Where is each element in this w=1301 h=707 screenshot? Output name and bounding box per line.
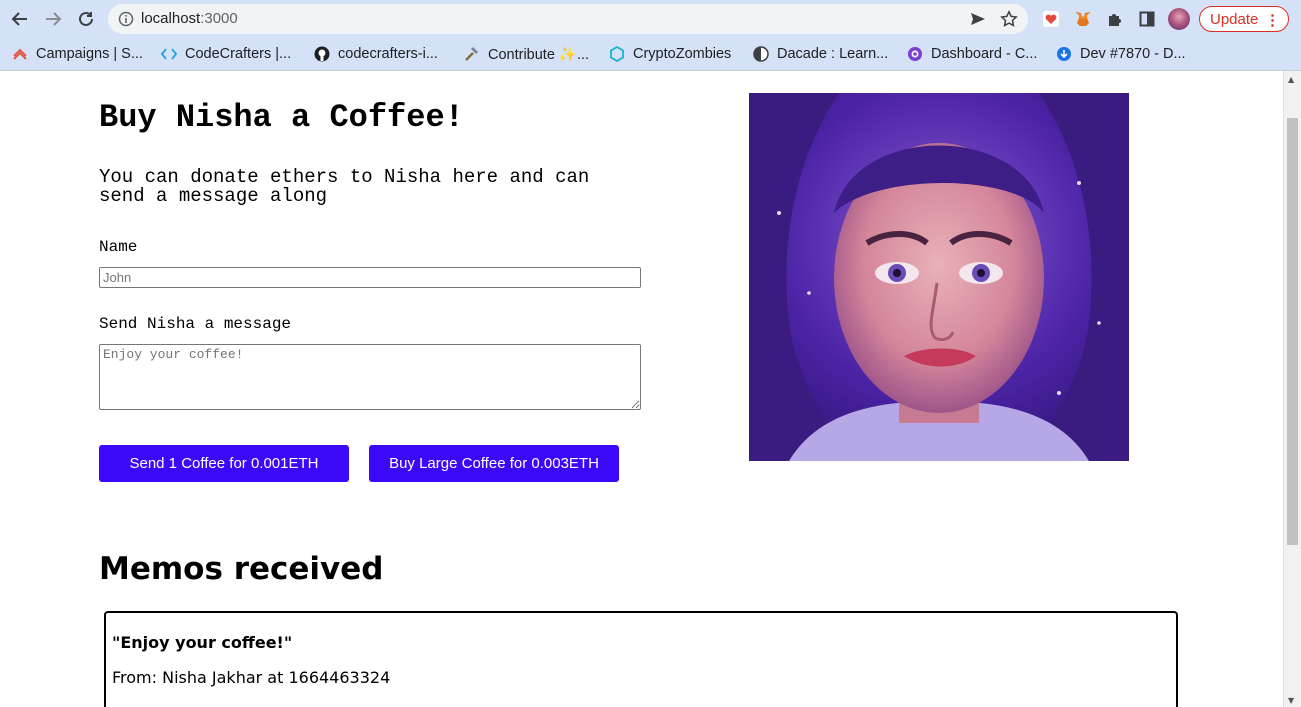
menu-dots-icon: ⋮ [1265, 12, 1280, 29]
bookmark-label: Dashboard - C... [931, 46, 1038, 62]
cryptozombies-icon [609, 46, 625, 62]
hammer-icon [464, 46, 480, 62]
bookmark-label: Campaigns | S... [36, 46, 143, 62]
scroll-thumb[interactable] [1287, 118, 1298, 545]
heart-extension-icon[interactable] [1040, 8, 1062, 30]
memo-message: "Enjoy your coffee!" [112, 633, 293, 652]
reload-button[interactable] [74, 7, 98, 31]
browser-toolbar: localhost:3000 Update ⋮ [0, 0, 1301, 38]
message-label: Send Nisha a message [99, 315, 292, 333]
bookmark-item[interactable]: CryptoZombies [609, 43, 731, 65]
page-content: Buy Nisha a Coffee! You can donate ether… [0, 71, 1283, 707]
metamask-icon[interactable] [1072, 8, 1094, 30]
bookmark-item[interactable]: Dacade : Learn... [753, 43, 888, 65]
bookmark-item[interactable]: Campaigns | S... [12, 43, 143, 65]
scroll-down-icon[interactable]: ▼ [1288, 696, 1294, 705]
bookmark-label: codecrafters-i... [338, 46, 438, 62]
memo-card: "Enjoy your coffee!" From: Nisha Jakhar … [104, 611, 1178, 707]
bookmark-item[interactable]: Contribute ✨... [464, 43, 589, 65]
scroll-up-icon[interactable]: ▲ [1288, 75, 1294, 84]
side-panel-icon[interactable] [1136, 8, 1158, 30]
bookmark-label: Contribute ✨... [488, 46, 590, 63]
bookmark-label: Dacade : Learn... [777, 46, 889, 62]
bookmark-item[interactable]: Dev #7870 - D... [1056, 43, 1186, 65]
forward-button[interactable] [41, 7, 65, 31]
back-button[interactable] [8, 7, 32, 31]
page-title: Buy Nisha a Coffee! [99, 99, 464, 136]
profile-avatar[interactable] [1168, 8, 1190, 30]
bookmark-item[interactable]: codecrafters-i... [314, 43, 438, 65]
update-label: Update [1210, 10, 1259, 28]
code-icon [161, 46, 177, 62]
reload-icon [79, 11, 93, 26]
site-info-icon[interactable] [118, 11, 134, 31]
dacade-icon [753, 46, 769, 62]
dev-icon [1056, 46, 1072, 62]
send-coffee-button[interactable]: Send 1 Coffee for 0.001ETH [99, 445, 349, 482]
forward-arrow-icon [46, 12, 62, 26]
campaigns-icon [12, 46, 28, 62]
bookmark-label: Dev #7870 - D... [1080, 46, 1186, 62]
back-arrow-icon [11, 12, 27, 26]
dashboard-icon [907, 46, 923, 62]
bookmark-item[interactable]: CodeCrafters |... [161, 43, 291, 65]
name-input[interactable] [99, 267, 641, 288]
buy-large-coffee-button[interactable]: Buy Large Coffee for 0.003ETH [369, 445, 619, 482]
message-textarea[interactable] [99, 344, 641, 410]
send-tab-icon[interactable] [970, 11, 986, 31]
page-scrollbar[interactable]: ▲ ▼ [1283, 71, 1301, 707]
address-bar[interactable]: localhost:3000 [108, 4, 1028, 34]
bookmark-label: CryptoZombies [633, 46, 732, 62]
memo-from: From: Nisha Jakhar at 1664463324 [112, 668, 391, 687]
page-subtitle: You can donate ethers to Nisha here and … [99, 166, 590, 207]
bookmark-label: CodeCrafters |... [185, 46, 292, 62]
name-label: Name [99, 238, 138, 256]
bookmark-item[interactable]: Dashboard - C... [907, 43, 1037, 65]
github-icon [314, 46, 330, 62]
memos-title: Memos received [99, 551, 384, 587]
extensions-puzzle-icon[interactable] [1104, 8, 1126, 30]
bookmarks-bar: Campaigns | S... CodeCrafters |... codec… [0, 38, 1301, 100]
update-button[interactable]: Update ⋮ [1199, 6, 1289, 32]
bookmark-star-icon[interactable] [1000, 10, 1018, 32]
url-text: localhost:3000 [141, 10, 238, 27]
portrait-image [749, 93, 1129, 461]
